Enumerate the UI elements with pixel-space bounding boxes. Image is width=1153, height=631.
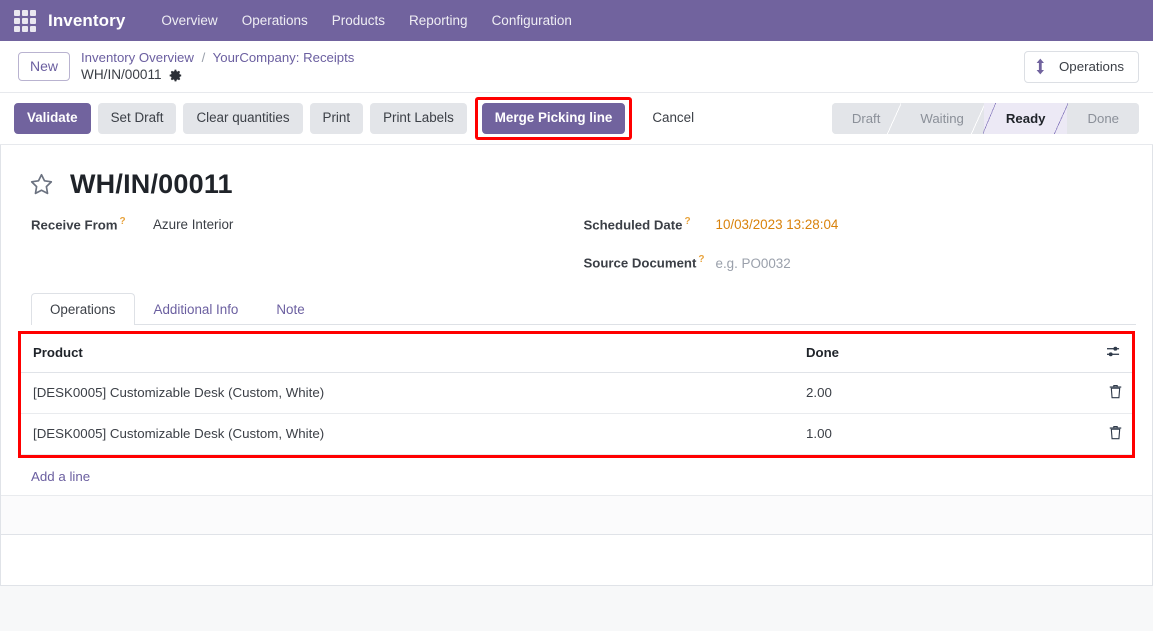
form-fields: Receive From? Azure Interior Scheduled D… [17,200,1136,293]
field-value-receive-from[interactable]: Azure Interior [153,217,233,232]
validate-button[interactable]: Validate [14,103,91,134]
field-label-scheduled-date: Scheduled Date? [583,216,691,233]
lines-table: Product Done [DESK0005] Customizable Des… [21,333,1132,455]
notebook-tabs: Operations Additional Info Note [31,292,1136,325]
print-button[interactable]: Print [309,103,364,134]
cell-done[interactable]: 1.00 [794,413,1094,455]
form-column-left: Receive From? Azure Interior [31,216,584,293]
delete-line-button[interactable] [1094,372,1132,414]
tab-note[interactable]: Note [257,293,323,325]
gear-icon[interactable] [169,69,182,82]
tooltip-marker[interactable]: ? [120,216,126,227]
set-draft-button[interactable]: Set Draft [97,103,177,134]
status-stage-waiting[interactable]: Waiting [900,103,986,134]
sheet-container: WH/IN/00011 Receive From? Azure Interior… [0,145,1153,586]
delete-line-button[interactable] [1094,413,1132,455]
field-label-receive-from: Receive From? [31,216,126,233]
cell-product[interactable]: [DESK0005] Customizable Desk (Custom, Wh… [21,372,794,414]
column-header-done[interactable]: Done [794,333,1094,373]
status-stage-draft[interactable]: Draft [831,103,901,134]
form-sheet: WH/IN/00011 Receive From? Azure Interior… [0,145,1153,586]
page-title: WH/IN/00011 [70,169,233,199]
merge-picking-line-highlight: Merge Picking line [474,97,633,140]
status-stage-ready[interactable]: Ready [982,103,1069,134]
record-title-row: WH/IN/00011 [17,163,1136,200]
sliders-icon [1107,346,1120,357]
field-scheduled-date: Scheduled Date? 10/03/2023 13:28:04 [584,216,1137,232]
star-outline-icon[interactable] [29,172,54,197]
field-label-source-document: Source Document? [583,254,705,271]
control-panel-right: Operations [1023,50,1139,83]
nav-item-reporting[interactable]: Reporting [397,7,480,34]
breadcrumb: Inventory Overview / YourCompany: Receip… [81,49,354,84]
form-column-right: Scheduled Date? 10/03/2023 13:28:04 Sour… [584,216,1137,293]
tab-operations[interactable]: Operations [31,292,135,325]
table-row[interactable]: [DESK0005] Customizable Desk (Custom, Wh… [21,413,1132,455]
lines-table-highlight: Product Done [DESK0005] Customizable Des… [18,330,1135,458]
top-navbar: Inventory Overview Operations Products R… [0,0,1153,41]
merge-picking-line-button[interactable]: Merge Picking line [481,103,626,134]
nav-item-operations[interactable]: Operations [230,7,320,34]
lines-table-body: [DESK0005] Customizable Desk (Custom, Wh… [21,372,1132,455]
smart-button-label: Operations [1058,59,1124,74]
tooltip-marker[interactable]: ? [698,254,704,265]
lines-table-head: Product Done [21,333,1132,373]
field-value-source-document[interactable]: e.g. PO0032 [716,256,791,271]
table-header-row: Product Done [21,333,1132,373]
nav-item-products[interactable]: Products [320,7,397,34]
table-row[interactable]: [DESK0005] Customizable Desk (Custom, Wh… [21,372,1132,414]
trash-icon [1109,384,1121,399]
control-panel-actions: Validate Set Draft Clear quantities Prin… [0,93,1153,145]
smart-button-operations[interactable]: Operations [1023,50,1139,83]
app-brand-inventory[interactable]: Inventory [48,11,125,31]
field-receive-from: Receive From? Azure Interior [31,216,584,232]
tooltip-marker[interactable]: ? [684,216,690,227]
field-source-document: Source Document? e.g. PO0032 [584,254,1137,270]
tab-additional-info[interactable]: Additional Info [135,293,258,325]
cell-done[interactable]: 2.00 [794,372,1094,414]
apps-grid-icon[interactable] [14,9,38,32]
breadcrumb-current-record: WH/IN/00011 [81,67,162,83]
notebook: Operations Additional Info Note [31,292,1136,325]
nav-item-configuration[interactable]: Configuration [480,7,584,34]
breadcrumb-item-receipts[interactable]: YourCompany: Receipts [213,50,355,65]
nav-item-overview[interactable]: Overview [149,7,229,34]
new-button[interactable]: New [18,52,71,81]
field-value-scheduled-date[interactable]: 10/03/2023 13:28:04 [716,217,839,232]
breadcrumb-item-inventory-overview[interactable]: Inventory Overview [81,50,194,65]
control-panel-breadcrumb: New Inventory Overview / YourCompany: Re… [0,41,1153,93]
clear-quantities-button[interactable]: Clear quantities [183,103,303,134]
trash-icon [1109,425,1121,440]
sheet-filler-band [1,494,1152,535]
breadcrumb-separator: / [201,49,206,65]
cancel-button[interactable]: Cancel [639,103,707,133]
add-a-line-button[interactable]: Add a line [17,458,1136,495]
cell-product[interactable]: [DESK0005] Customizable Desk (Custom, Wh… [21,413,794,455]
status-bar: Draft Waiting Ready Done [831,103,1139,134]
exchange-vertical-icon [1036,58,1044,75]
column-header-product[interactable]: Product [21,333,794,373]
optional-columns-toggle[interactable] [1094,333,1132,373]
print-labels-button[interactable]: Print Labels [370,103,467,134]
status-stage-done[interactable]: Done [1067,103,1139,134]
